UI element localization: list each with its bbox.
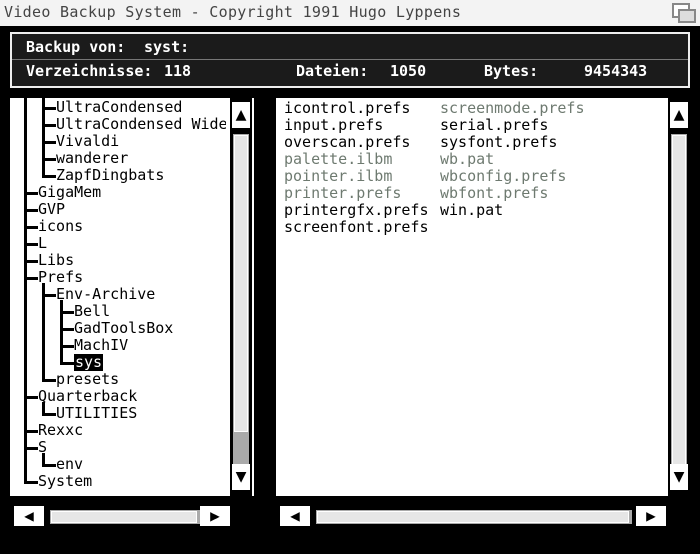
tree-item-label: GigaMem: [38, 183, 102, 201]
files-label: Dateien:: [296, 62, 369, 80]
scroll-track[interactable]: [50, 510, 200, 524]
tree-item[interactable]: System: [10, 473, 226, 490]
tree-item-label: L: [38, 234, 48, 252]
bytes-label: Bytes:: [484, 62, 539, 80]
window-title: Video Backup System - Copyright 1991 Hug…: [4, 3, 462, 21]
tree-item-label: GadToolsBox: [74, 319, 174, 337]
file-item[interactable]: overscan.prefs: [284, 134, 410, 151]
file-item[interactable]: printergfx.prefs: [284, 202, 429, 219]
file-item[interactable]: screenfont.prefs: [284, 219, 429, 236]
tree-item-label: presets: [56, 370, 120, 388]
file-item[interactable]: wb.pat: [440, 151, 494, 168]
tree-item-label: Vivaldi: [56, 132, 120, 150]
file-item[interactable]: sysfont.prefs: [440, 134, 557, 151]
scroll-track[interactable]: [316, 510, 632, 524]
scroll-track[interactable]: [233, 134, 249, 474]
depth-gadget-icon[interactable]: [672, 3, 696, 23]
scroll-track[interactable]: [671, 134, 687, 474]
tree-connector-line: [24, 98, 27, 484]
file-list-pane[interactable]: icontrol.prefs input.prefs overscan.prefs p…: [276, 98, 690, 496]
file-item[interactable]: pointer.ilbm: [284, 168, 392, 185]
tree-item-label: Bell: [74, 302, 111, 320]
tree-connector-line: [42, 402, 45, 416]
info-panel: Backup von: syst: Verzeichnisse: 118 Dat…: [10, 32, 690, 88]
file-item[interactable]: wbconfig.prefs: [440, 168, 566, 185]
backup-value: syst:: [144, 38, 190, 56]
tree-connector-line: [42, 283, 45, 382]
scroll-up-icon[interactable]: ▲: [670, 102, 688, 128]
bytes-count: 9454343: [584, 62, 648, 80]
tree-item-label: Libs: [38, 251, 75, 269]
tree-item-label: System: [38, 472, 93, 490]
tree-horizontal-scrollbar[interactable]: ◀ ▶: [10, 504, 254, 528]
file-item[interactable]: screenmode.prefs: [440, 100, 585, 117]
scroll-thumb[interactable]: [234, 135, 248, 432]
directory-tree[interactable]: UltraCondensed UltraCondensed Wide Vivaldi…: [10, 98, 226, 496]
tree-item[interactable]: Libs: [10, 252, 226, 269]
file-item[interactable]: palette.ilbm: [284, 151, 392, 168]
directory-tree-pane[interactable]: UltraCondensed UltraCondensed Wide Vivaldi…: [10, 98, 254, 496]
file-item[interactable]: input.prefs: [284, 117, 383, 134]
tree-item-label: Env-Archive: [56, 285, 156, 303]
tree-item-label: sys: [74, 353, 104, 371]
scroll-thumb[interactable]: [51, 511, 197, 523]
scroll-down-icon[interactable]: ▼: [670, 464, 688, 490]
files-count: 1050: [390, 62, 427, 80]
scroll-thumb[interactable]: [672, 135, 686, 473]
tree-connector-line: [42, 98, 45, 178]
tree-item-label: UTILITIES: [56, 404, 138, 422]
tree-item-label: MachIV: [74, 336, 129, 354]
tree-item[interactable]: Rexxc: [10, 422, 226, 439]
tree-vertical-scrollbar[interactable]: ▲ ▼: [230, 98, 252, 496]
scroll-left-icon[interactable]: ◀: [280, 506, 310, 526]
tree-item-label: Rexxc: [38, 421, 84, 439]
files-horizontal-scrollbar[interactable]: ◀ ▶: [276, 504, 690, 528]
backup-label: Backup von:: [26, 38, 126, 56]
scroll-thumb[interactable]: [317, 511, 629, 523]
tree-item-label: wanderer: [56, 149, 129, 167]
tree-item-label: env: [56, 455, 84, 473]
tree-item-label: GVP: [38, 200, 66, 218]
title-bar[interactable]: Video Backup System - Copyright 1991 Hug…: [0, 0, 700, 26]
dirs-label: Verzeichnisse:: [26, 62, 153, 80]
tree-item-label: icons: [38, 217, 84, 235]
scroll-left-icon[interactable]: ◀: [14, 506, 44, 526]
tree-item-label: UltraCondensed: [56, 98, 183, 116]
file-item[interactable]: printer.prefs: [284, 185, 401, 202]
tree-item[interactable]: L: [10, 235, 226, 252]
tree-item[interactable]: GVP: [10, 201, 226, 218]
scroll-up-icon[interactable]: ▲: [232, 102, 250, 128]
tree-item-label: UltraCondensed Wide: [56, 115, 226, 133]
tree-connector-line: [60, 300, 63, 365]
file-item[interactable]: serial.prefs: [440, 117, 548, 134]
tree-item-label: Quarterback: [38, 387, 138, 405]
dirs-count: 118: [164, 62, 192, 80]
tree-item[interactable]: icons: [10, 218, 226, 235]
tree-connector-line: [42, 453, 45, 467]
scroll-right-icon[interactable]: ▶: [200, 506, 230, 526]
file-item[interactable]: icontrol.prefs: [284, 100, 410, 117]
files-vertical-scrollbar[interactable]: ▲ ▼: [668, 98, 690, 496]
scroll-right-icon[interactable]: ▶: [636, 506, 666, 526]
tree-item-label: ZapfDingbats: [56, 166, 165, 184]
tree-item[interactable]: GigaMem: [10, 184, 226, 201]
file-item[interactable]: wbfont.prefs: [440, 185, 548, 202]
file-item[interactable]: win.pat: [440, 202, 503, 219]
scroll-down-icon[interactable]: ▼: [232, 464, 250, 490]
